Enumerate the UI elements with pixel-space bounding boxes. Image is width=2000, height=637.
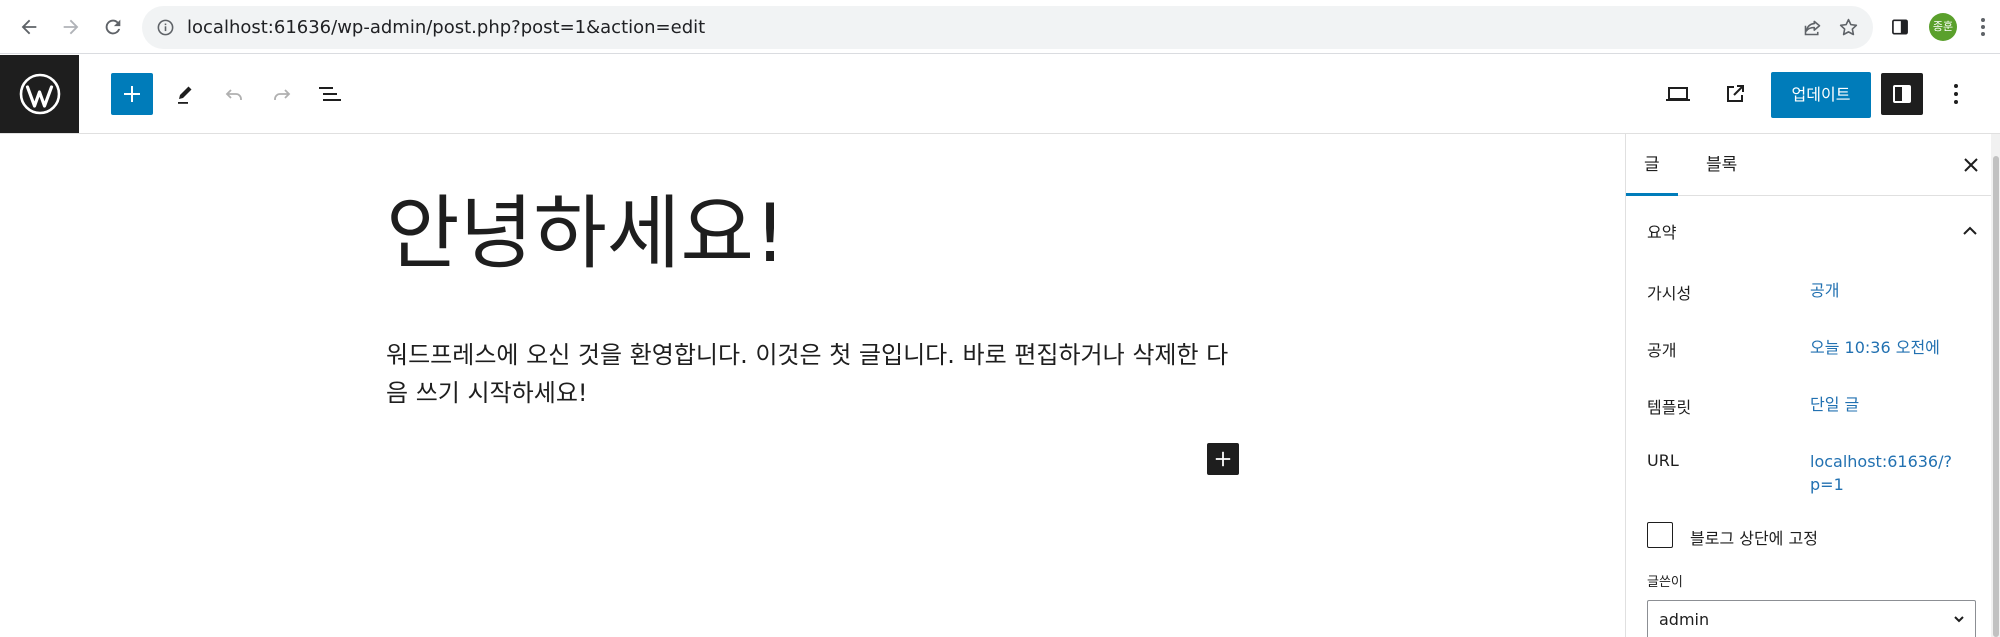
publish-label: 공개 xyxy=(1647,341,1677,360)
author-select[interactable]: admin xyxy=(1647,600,1976,637)
forward-button[interactable] xyxy=(54,10,88,44)
sticky-label[interactable]: 블로그 상단에 고정 xyxy=(1690,525,1818,549)
settings-icon xyxy=(1893,85,1911,103)
tab-block[interactable]: 블록 xyxy=(1688,134,1755,196)
author-label: 글쓴이 xyxy=(1647,575,1683,590)
list-view-button[interactable] xyxy=(309,73,351,115)
tools-button[interactable] xyxy=(165,73,207,115)
chrome-menu-button[interactable] xyxy=(1966,10,2000,44)
chevron-up-icon xyxy=(1963,226,1977,235)
redo-icon xyxy=(274,89,291,100)
visibility-label: 가시성 xyxy=(1647,284,1692,303)
template-value[interactable]: 단일 글 xyxy=(1810,393,1859,416)
tab-post[interactable]: 글 xyxy=(1626,134,1678,196)
avatar[interactable]: 종훈 xyxy=(1929,13,1957,41)
plus-icon xyxy=(124,86,140,102)
reload-button[interactable] xyxy=(96,10,130,44)
preview-button[interactable] xyxy=(1657,73,1699,115)
pencil-icon xyxy=(178,86,192,104)
back-button[interactable] xyxy=(12,10,46,44)
url-text[interactable]: localhost:61636/wp-admin/post.php?post=1… xyxy=(187,6,705,49)
sidebar-tabs: 글 블록 xyxy=(1626,134,2000,196)
list-view-icon xyxy=(319,87,341,101)
side-panel-button[interactable] xyxy=(1883,10,1917,44)
external-link-icon xyxy=(1727,85,1744,102)
undo-icon xyxy=(225,89,242,100)
reload-icon xyxy=(105,19,121,35)
more-icon xyxy=(1954,84,1958,104)
redo-button[interactable] xyxy=(261,73,303,115)
share-icon[interactable] xyxy=(1802,17,1823,38)
wordpress-logo-button[interactable] xyxy=(0,55,79,133)
address-bar[interactable]: localhost:61636/wp-admin/post.php?post=1… xyxy=(142,6,1873,49)
url-label: URL xyxy=(1647,451,1679,470)
chevron-down-icon xyxy=(1954,616,1964,623)
browser-toolbar: localhost:61636/wp-admin/post.php?post=1… xyxy=(0,0,2000,54)
url-value[interactable]: localhost:61636/?p=1 xyxy=(1810,450,1960,496)
post-title[interactable]: 안녕하세요! xyxy=(386,184,786,284)
template-label: 템플릿 xyxy=(1647,398,1692,417)
plus-icon xyxy=(1215,451,1231,467)
close-icon xyxy=(1964,158,1978,172)
preview-icon xyxy=(1666,87,1690,101)
add-block-button[interactable] xyxy=(1207,443,1239,475)
back-icon xyxy=(21,19,37,35)
visibility-value[interactable]: 공개 xyxy=(1810,279,1839,302)
sticky-checkbox[interactable] xyxy=(1647,522,1673,548)
block-inserter-button[interactable] xyxy=(111,73,153,115)
side-panel-icon xyxy=(1892,19,1908,35)
publish-date-value[interactable]: 오늘 10:36 오전에 xyxy=(1810,336,1940,359)
author-select-value: admin xyxy=(1659,610,1710,629)
undo-button[interactable] xyxy=(213,73,255,115)
summary-panel-toggle[interactable] xyxy=(1953,214,1987,248)
close-sidebar-button[interactable] xyxy=(1954,148,1988,182)
wordpress-logo-icon xyxy=(19,73,60,115)
star-icon[interactable] xyxy=(1838,17,1859,38)
editor-header: 업데이트 xyxy=(0,55,2000,134)
settings-sidebar: 글 블록 요약 가시성 공개 공개 오늘 10:36 오전에 템플릿 단일 글 … xyxy=(1625,134,2000,637)
forward-icon xyxy=(63,19,79,35)
info-icon[interactable] xyxy=(156,18,175,37)
options-button[interactable] xyxy=(1935,73,1977,115)
sidebar-scrollbar-thumb[interactable] xyxy=(1993,156,1999,637)
settings-button[interactable] xyxy=(1881,73,1923,115)
chrome-menu-icon xyxy=(1981,18,1985,36)
view-post-button[interactable] xyxy=(1714,73,1756,115)
post-paragraph[interactable]: 워드프레스에 오신 것을 환영합니다. 이것은 첫 글입니다. 바로 편집하거나… xyxy=(386,336,1246,412)
update-button[interactable]: 업데이트 xyxy=(1771,72,1871,118)
summary-panel-title[interactable]: 요약 xyxy=(1647,219,1676,243)
editor-canvas: 안녕하세요! 워드프레스에 오신 것을 환영합니다. 이것은 첫 글입니다. 바… xyxy=(0,134,1625,637)
